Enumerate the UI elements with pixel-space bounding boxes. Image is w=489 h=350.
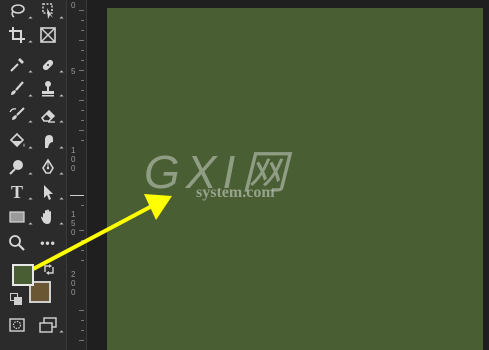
smudge-tool[interactable] bbox=[35, 130, 64, 152]
screen-mode-icon bbox=[39, 317, 57, 333]
smudge-icon bbox=[45, 135, 53, 148]
swap-colors-icon[interactable] bbox=[42, 262, 56, 276]
crop-icon bbox=[9, 27, 25, 43]
path-selection-icon bbox=[44, 185, 53, 200]
pen-icon bbox=[42, 158, 54, 174]
default-colors-icon[interactable] bbox=[10, 292, 22, 305]
hand-icon bbox=[41, 209, 51, 224]
path-selection-tool[interactable] bbox=[35, 181, 64, 203]
ruler-label: 0 bbox=[71, 1, 76, 10]
clone-stamp-icon bbox=[42, 81, 54, 97]
hand-tool[interactable] bbox=[35, 206, 64, 228]
lasso-tool[interactable] bbox=[4, 0, 33, 22]
healing-brush-tool[interactable] bbox=[35, 54, 64, 76]
vertical-ruler[interactable]: 0 5 1 0 0 1 5 0 2 0 0 bbox=[66, 0, 87, 350]
lasso-icon bbox=[11, 4, 25, 18]
tools-panel: T ••• bbox=[0, 0, 66, 350]
zoom-icon bbox=[9, 235, 25, 251]
dodge-icon bbox=[9, 160, 23, 175]
rectangle-icon bbox=[9, 211, 25, 223]
rectangle-tool[interactable] bbox=[4, 206, 33, 228]
quick-select-tool[interactable] bbox=[35, 0, 64, 22]
type-tool[interactable]: T bbox=[4, 181, 33, 203]
eyedropper-icon bbox=[10, 58, 24, 72]
eyedropper-tool[interactable] bbox=[4, 54, 33, 76]
ruler-label: 1 0 0 bbox=[71, 146, 76, 173]
history-brush-icon bbox=[9, 107, 25, 120]
document-canvas[interactable] bbox=[107, 8, 483, 350]
eraser-tool[interactable] bbox=[35, 104, 64, 126]
zoom-tool[interactable] bbox=[4, 232, 30, 254]
brush-icon bbox=[11, 81, 24, 95]
eraser-icon bbox=[40, 109, 56, 123]
type-icon: T bbox=[10, 181, 23, 202]
clone-stamp-tool[interactable] bbox=[35, 78, 64, 100]
ruler-label: 2 0 0 bbox=[71, 270, 76, 297]
healing-brush-icon bbox=[42, 59, 54, 71]
more-icon: ••• bbox=[40, 236, 56, 250]
ruler-label: 5 bbox=[71, 67, 76, 76]
quick-select-icon bbox=[42, 3, 53, 19]
frame-tool[interactable] bbox=[35, 24, 61, 46]
paint-bucket-tool[interactable] bbox=[4, 130, 33, 152]
frame-icon bbox=[40, 27, 56, 43]
paint-bucket-icon bbox=[9, 132, 25, 148]
history-brush-tool[interactable] bbox=[4, 104, 33, 126]
quick-mask-button[interactable] bbox=[4, 314, 30, 336]
foreground-color-swatch[interactable] bbox=[12, 264, 34, 286]
ruler-label: 1 5 0 bbox=[71, 210, 76, 237]
crop-tool[interactable] bbox=[4, 24, 33, 46]
pen-tool[interactable] bbox=[35, 156, 64, 178]
quick-mask-icon bbox=[9, 318, 25, 332]
dodge-tool[interactable] bbox=[4, 156, 33, 178]
screen-mode-button[interactable] bbox=[35, 314, 64, 336]
edit-toolbar-button[interactable]: ••• bbox=[35, 232, 61, 254]
brush-tool[interactable] bbox=[4, 78, 33, 100]
